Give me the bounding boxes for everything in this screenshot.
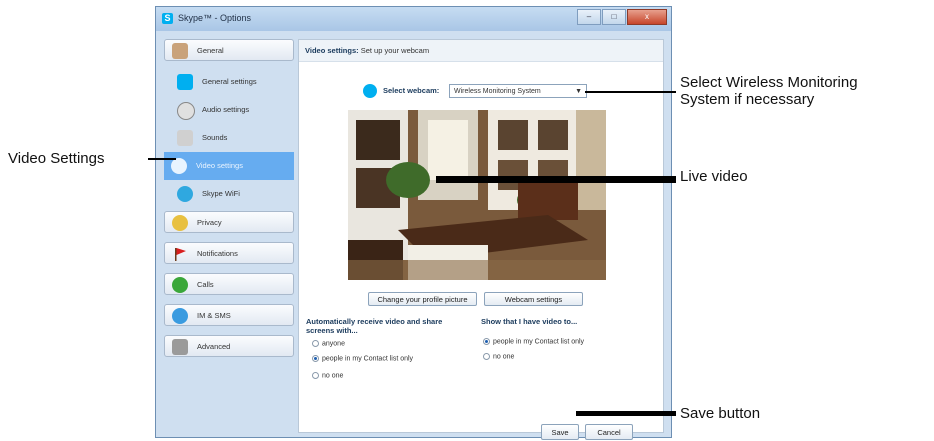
webcam-dropdown[interactable]: Wireless Monitoring System ▼ bbox=[449, 84, 587, 98]
sidebar-category-general[interactable]: General bbox=[164, 39, 294, 61]
sidebar-category-privacy[interactable]: Privacy bbox=[164, 211, 294, 233]
sidebar-item-skype-wifi[interactable]: Skype WiFi bbox=[170, 183, 294, 205]
category-label: General bbox=[197, 46, 224, 55]
sidebar-item-general-settings[interactable]: General settings bbox=[170, 71, 294, 93]
webcam-icon bbox=[171, 158, 187, 174]
sidebar-item-label: Audio settings bbox=[202, 105, 250, 114]
gear-icon bbox=[172, 339, 188, 355]
minimize-button[interactable]: – bbox=[577, 9, 601, 25]
chat-icon bbox=[172, 308, 188, 324]
options-window: S Skype™ - Options – □ x General General… bbox=[155, 6, 672, 440]
radio-button-selected[interactable] bbox=[483, 338, 490, 345]
maximize-button[interactable]: □ bbox=[602, 9, 626, 25]
title-bar[interactable]: S Skype™ - Options – □ x bbox=[156, 7, 671, 31]
radio-button[interactable] bbox=[312, 372, 319, 379]
chevron-down-icon: ▼ bbox=[575, 88, 582, 95]
sidebar-item-audio-settings[interactable]: Audio settings bbox=[170, 99, 294, 121]
callout-line-video-settings bbox=[148, 158, 176, 160]
skype-app-icon: S bbox=[162, 13, 173, 24]
sidebar-item-label: Sounds bbox=[202, 133, 228, 142]
window-title: Skype™ - Options bbox=[178, 13, 252, 23]
show-video-title: Show that I have video to... bbox=[481, 317, 578, 326]
panel-header-title: Video settings: bbox=[305, 46, 359, 55]
radio-anyone[interactable]: anyone bbox=[312, 340, 345, 347]
radio-button[interactable] bbox=[483, 353, 490, 360]
category-label: IM & SMS bbox=[197, 311, 231, 320]
skype-icon bbox=[177, 74, 193, 90]
flag-icon bbox=[172, 246, 188, 262]
radio-no-one[interactable]: no one bbox=[312, 372, 343, 379]
general-icon bbox=[172, 43, 188, 59]
options-sidebar: General General settings Audio settings … bbox=[164, 39, 294, 427]
callout-line-live-video bbox=[436, 176, 676, 183]
callout-line-save-button bbox=[576, 411, 676, 416]
save-button[interactable]: Save bbox=[541, 424, 579, 440]
radio-button-selected[interactable] bbox=[312, 355, 319, 362]
radio-show-no-one[interactable]: no one bbox=[483, 353, 514, 360]
callout-line-select-wireless bbox=[585, 91, 676, 93]
webcam-settings-button[interactable]: Webcam settings bbox=[484, 292, 583, 306]
auto-receive-title: Automatically receive video and share sc… bbox=[306, 317, 443, 335]
live-video-preview bbox=[348, 110, 606, 280]
sound-icon bbox=[177, 130, 193, 146]
panel-header: Video settings: Set up your webcam bbox=[299, 40, 663, 62]
wifi-icon bbox=[177, 186, 193, 202]
category-label: Notifications bbox=[197, 249, 238, 258]
category-label: Advanced bbox=[197, 342, 231, 351]
sidebar-item-label: Video settings bbox=[196, 161, 243, 170]
speaker-icon bbox=[177, 102, 195, 120]
sidebar-item-label: Skype WiFi bbox=[202, 189, 240, 198]
sidebar-category-advanced[interactable]: Advanced bbox=[164, 335, 294, 357]
select-webcam-label: Select webcam: bbox=[383, 86, 440, 95]
callout-save-button: Save button bbox=[680, 405, 761, 422]
category-label: Calls bbox=[197, 280, 214, 289]
change-profile-picture-button[interactable]: Change your profile picture bbox=[368, 292, 477, 306]
panel-header-subtitle: Set up your webcam bbox=[360, 46, 430, 55]
cancel-button[interactable]: Cancel bbox=[585, 424, 633, 440]
callout-select-wireless-line2: System if necessary bbox=[680, 91, 815, 108]
callout-video-settings: Video Settings bbox=[8, 150, 105, 167]
sidebar-item-sounds[interactable]: Sounds bbox=[170, 127, 294, 149]
callout-select-wireless-line1: Select Wireless Monitoring bbox=[680, 74, 858, 91]
category-label: Privacy bbox=[197, 218, 222, 227]
sidebar-category-calls[interactable]: Calls bbox=[164, 273, 294, 295]
close-button[interactable]: x bbox=[627, 9, 667, 25]
sidebar-item-video-settings[interactable]: Video settings bbox=[164, 152, 294, 180]
radio-button[interactable] bbox=[312, 340, 319, 347]
sidebar-category-notifications[interactable]: Notifications bbox=[164, 242, 294, 264]
sidebar-category-im-sms[interactable]: IM & SMS bbox=[164, 304, 294, 326]
callout-live-video: Live video bbox=[680, 168, 748, 185]
phone-icon bbox=[172, 277, 188, 293]
video-settings-panel: Video settings: Set up your webcam Selec… bbox=[298, 39, 664, 440]
sidebar-item-label: General settings bbox=[202, 77, 257, 86]
webcam-dropdown-value: Wireless Monitoring System bbox=[454, 88, 541, 95]
radio-contacts-only[interactable]: people in my Contact list only bbox=[312, 355, 413, 362]
privacy-icon bbox=[172, 215, 188, 231]
webcam-icon bbox=[363, 84, 377, 98]
radio-show-contacts-only[interactable]: people in my Contact list only bbox=[483, 338, 584, 345]
